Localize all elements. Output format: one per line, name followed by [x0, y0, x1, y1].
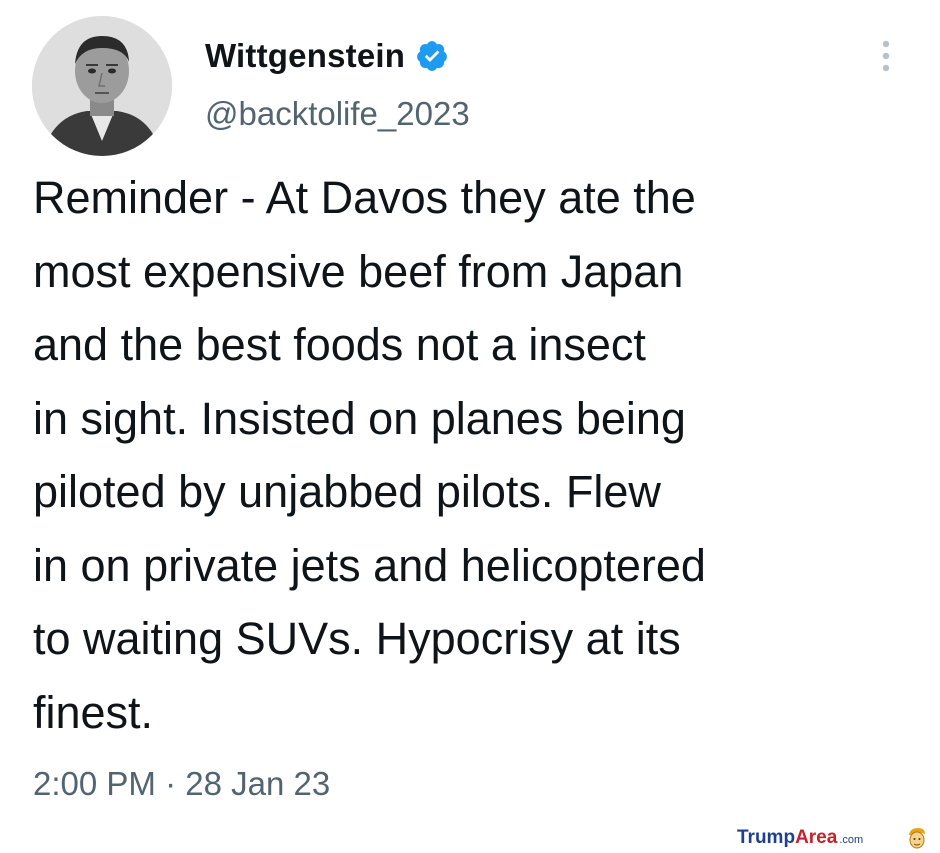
watermark: Trump Area .com — [737, 826, 863, 852]
tweet-line: to waiting SUVs. Hypocrisy at its — [33, 613, 681, 664]
tweet-text: Reminder - At Davos they ate the most ex… — [33, 161, 913, 749]
watermark-logo-icon — [909, 828, 925, 849]
tweet-line: and the best foods not a insect — [33, 319, 646, 370]
author-row: Wittgenstein — [205, 36, 449, 76]
tweet-line: in sight. Insisted on planes being — [33, 392, 686, 444]
separator-dot: · — [165, 765, 177, 802]
profile-photo-icon — [32, 16, 172, 156]
tweet-time: 2:00 PM — [33, 765, 156, 802]
display-name[interactable]: Wittgenstein — [205, 36, 405, 76]
watermark-part1: Trump — [737, 827, 796, 848]
watermark-suffix: .com — [839, 834, 864, 846]
verified-badge-icon — [417, 41, 447, 71]
avatar[interactable] — [32, 16, 172, 156]
tweet-line: piloted by unjabbed pilots. Flew — [33, 466, 661, 517]
watermark-part2: Area — [795, 827, 838, 848]
tweet-timestamp[interactable]: 2:00 PM · 28 Jan 23 — [33, 762, 330, 806]
author-handle[interactable]: @backtolife_2023 — [205, 94, 470, 134]
tweet-line: most expensive beef from Japan — [33, 245, 684, 297]
more-vertical-icon[interactable] — [876, 38, 896, 74]
tweet-line: finest. — [33, 686, 154, 738]
tweet-line: in on private jets and helicoptered — [33, 539, 706, 591]
tweet-line: Reminder - At Davos they ate the — [33, 172, 696, 223]
tweet-date: 28 Jan 23 — [185, 765, 331, 802]
